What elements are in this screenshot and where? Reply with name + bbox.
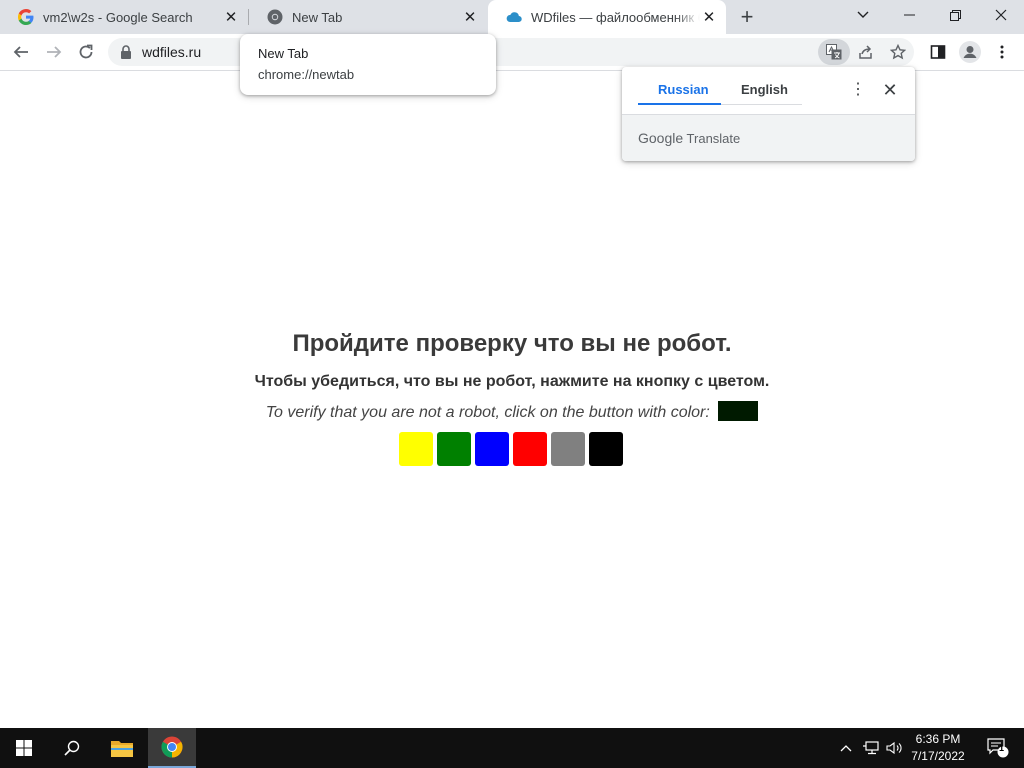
arrow-left-icon: [13, 46, 28, 58]
arrow-right-icon: [47, 46, 62, 58]
avatar-icon: [959, 41, 981, 63]
clock-date: 7/17/2022: [911, 749, 965, 763]
tab-hover-card: New Tab chrome://newtab: [240, 34, 496, 95]
tab-title: New Tab: [292, 9, 343, 25]
tab-google-search[interactable]: vm2\w2s - Google Search ✕: [0, 0, 248, 34]
instruction-en-line: To verify that you are not a robot, clic…: [0, 401, 1024, 422]
restore-icon: [949, 9, 961, 21]
side-panel-button[interactable]: [924, 38, 952, 66]
profile-button[interactable]: [956, 38, 984, 66]
close-tab-icon[interactable]: ✕: [700, 8, 718, 26]
tab-divider-line: [721, 104, 802, 105]
close-translate-icon[interactable]: ✕: [880, 80, 900, 100]
tab-new-tab[interactable]: New Tab ✕: [249, 0, 487, 34]
instruction-ru: Чтобы убедиться, что вы не робот, нажмит…: [254, 373, 770, 390]
hover-card-url: chrome://newtab: [258, 67, 355, 82]
new-tab-button[interactable]: +: [736, 4, 758, 29]
windows-logo-icon: [16, 740, 32, 756]
network-button[interactable]: [860, 728, 882, 768]
forward-button[interactable]: [40, 38, 68, 66]
translate-icon: [826, 44, 842, 60]
clock-time: 6:36 PM: [915, 732, 961, 746]
page-heading: Пройдите проверку что вы не робот.: [292, 330, 732, 357]
close-tab-icon[interactable]: ✕: [461, 8, 479, 26]
close-window-button[interactable]: [978, 0, 1024, 30]
lock-icon[interactable]: [120, 45, 132, 59]
show-hidden-icons-button[interactable]: [836, 728, 856, 768]
page-content: Пройдите проверку что вы не робот. Чтобы…: [0, 72, 1024, 728]
tab-strip: vm2\w2s - Google Search ✕ New Tab ✕ WDfi…: [0, 0, 1024, 34]
cloud-icon: [506, 12, 522, 23]
network-icon: [863, 741, 879, 755]
color-buttons: [399, 432, 623, 466]
color-button-5[interactable]: [551, 432, 585, 466]
share-icon: [859, 45, 872, 59]
selected-tab-indicator: [638, 103, 721, 105]
minimize-button[interactable]: [886, 0, 932, 30]
side-panel-icon: [930, 45, 946, 59]
chrome-taskbar-button[interactable]: [148, 728, 196, 768]
taskbar: 6:36 PM 7/17/2022 1: [0, 728, 1024, 768]
close-tab-icon[interactable]: ✕: [222, 8, 240, 26]
notification-count: 1: [999, 743, 1005, 753]
notification-icon: [987, 738, 1009, 758]
chrome-logo-icon: [161, 736, 183, 758]
color-button-6[interactable]: [589, 432, 623, 466]
restore-button[interactable]: [932, 0, 978, 30]
close-icon: [995, 9, 1007, 21]
search-icon: [64, 740, 80, 756]
reload-icon: [79, 44, 93, 59]
minimize-icon: [903, 14, 915, 16]
start-button[interactable]: [0, 728, 48, 768]
google-g-icon: [18, 9, 34, 25]
tab-title: vm2\w2s - Google Search: [43, 9, 193, 25]
chevron-down-icon: [857, 11, 869, 18]
bookmark-button[interactable]: [884, 38, 912, 66]
translate-page-button[interactable]: [818, 39, 850, 65]
translate-options-icon[interactable]: ⋮: [848, 81, 868, 99]
color-button-1[interactable]: [399, 432, 433, 466]
translate-footer: Google Translate: [622, 114, 915, 161]
tab-title: WDfiles — файлообменник бесплатно: [531, 9, 700, 25]
chevron-up-icon: [840, 745, 852, 752]
color-button-3[interactable]: [475, 432, 509, 466]
instruction-en: To verify that you are not a robot, clic…: [265, 404, 710, 421]
reload-button[interactable]: [72, 38, 100, 66]
folder-icon: [111, 741, 133, 757]
color-button-4[interactable]: [513, 432, 547, 466]
back-button[interactable]: [7, 38, 35, 66]
clock[interactable]: 6:36 PM 7/17/2022: [900, 731, 976, 765]
address-bar[interactable]: wdfiles.ru: [108, 38, 914, 66]
search-button[interactable]: [48, 728, 96, 768]
tab-search-button[interactable]: [840, 0, 886, 30]
target-color-swatch: [718, 401, 759, 421]
menu-button[interactable]: [988, 38, 1016, 66]
hover-card-title: New Tab: [258, 46, 309, 61]
browser-toolbar: wdfiles.ru: [0, 34, 1024, 71]
google-translate-logo: Google Translate: [638, 130, 741, 146]
tab-target-language[interactable]: English: [741, 82, 788, 106]
notifications-button[interactable]: 1: [978, 728, 1018, 768]
share-button[interactable]: [852, 38, 880, 66]
address-url: wdfiles.ru: [142, 44, 202, 60]
color-button-2[interactable]: [437, 432, 471, 466]
tab-wdfiles[interactable]: WDfiles — файлообменник бесплатно ✕: [488, 0, 726, 34]
chrome-icon: [267, 9, 283, 25]
translate-bubble: Russian English ⋮ ✕ Google Translate: [622, 67, 915, 161]
kebab-menu-icon: [1000, 45, 1004, 59]
star-icon: [890, 44, 906, 60]
file-explorer-button[interactable]: [98, 728, 146, 768]
